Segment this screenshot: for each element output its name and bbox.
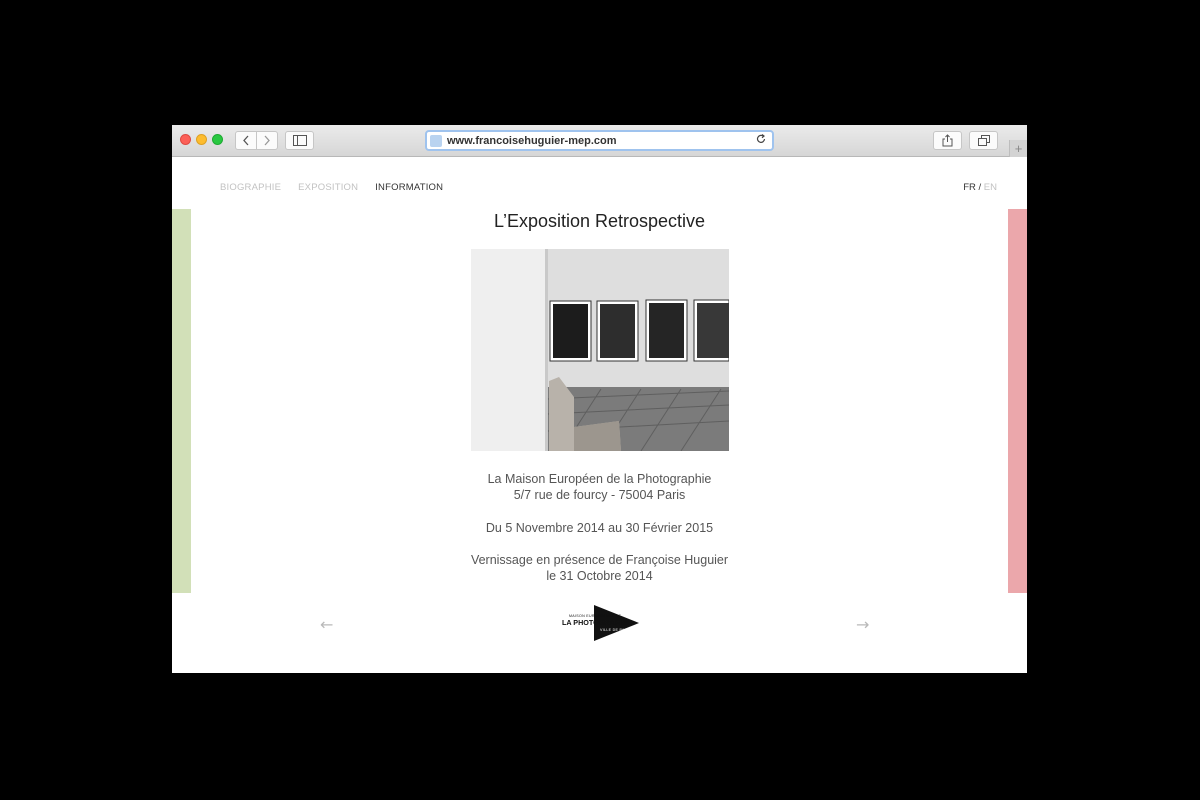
new-tab-button[interactable]: + [1009, 140, 1027, 157]
sidebar-toggle-button[interactable] [285, 131, 314, 150]
opening-block: Vernissage en présence de Françoise Hugu… [172, 552, 1027, 584]
exhibition-photo [471, 249, 729, 451]
venue-address: 5/7 rue de fourcy - 75004 Paris [513, 488, 686, 502]
lang-fr-link[interactable]: FR [963, 182, 976, 193]
history-navigation [235, 131, 278, 150]
logo-text-line3: VILLE DE PARIS [600, 628, 632, 632]
chevron-right-icon [264, 135, 270, 146]
minimize-window-button[interactable] [196, 134, 207, 145]
nav-item-information[interactable]: INFORMATION [375, 182, 443, 193]
site-navigation: BIOGRAPHIE EXPOSITION INFORMATION [220, 182, 443, 193]
browser-toolbar: www.francoisehuguier-mep.com + [172, 125, 1027, 157]
back-button[interactable] [236, 132, 256, 149]
address-bar[interactable]: www.francoisehuguier-mep.com [425, 130, 774, 151]
browser-window: www.francoisehuguier-mep.com + BIOGRAPHI… [172, 125, 1027, 673]
lang-en-link[interactable]: EN [984, 182, 997, 193]
exhibition-dates: Du 5 Novembre 2014 au 30 Février 2015 [485, 521, 714, 535]
close-window-button[interactable] [180, 134, 191, 145]
previous-arrow-button[interactable]: ← [320, 615, 333, 634]
next-arrow-button[interactable]: → [856, 615, 869, 634]
opening-line: Vernissage en présence de Françoise Hugu… [470, 553, 729, 567]
zoom-window-button[interactable] [212, 134, 223, 145]
share-button[interactable] [933, 131, 962, 150]
share-icon [942, 134, 953, 147]
reload-icon [756, 134, 766, 143]
reload-button[interactable] [753, 134, 769, 147]
page-title: L’Exposition Retrospective [493, 211, 706, 231]
sidebar-icon [292, 135, 307, 146]
nav-item-exposition[interactable]: EXPOSITION [298, 182, 358, 193]
tabs-icon [977, 135, 990, 146]
logo-text-line2: LA PHOTOGRAPHIE [562, 618, 632, 627]
tabs-overview-button[interactable] [969, 131, 998, 150]
chevron-left-icon [243, 135, 249, 146]
favicon-icon [430, 134, 442, 147]
forward-button[interactable] [256, 132, 277, 149]
venue-block: La Maison Européen de la Photographie 5/… [172, 471, 1027, 503]
venue-name: La Maison Européen de la Photographie [487, 472, 712, 486]
opening-date: le 31 Octobre 2014 [546, 569, 653, 583]
mep-logo[interactable]: MAISON EUROPÉENNE DE LA PHOTOGRAPHIE VIL… [560, 603, 640, 643]
language-switcher: FR / EN [963, 182, 997, 193]
lang-separator: / [978, 182, 982, 193]
nav-item-biographie[interactable]: BIOGRAPHIE [220, 182, 281, 193]
url-text[interactable]: www.francoisehuguier-mep.com [447, 135, 753, 147]
